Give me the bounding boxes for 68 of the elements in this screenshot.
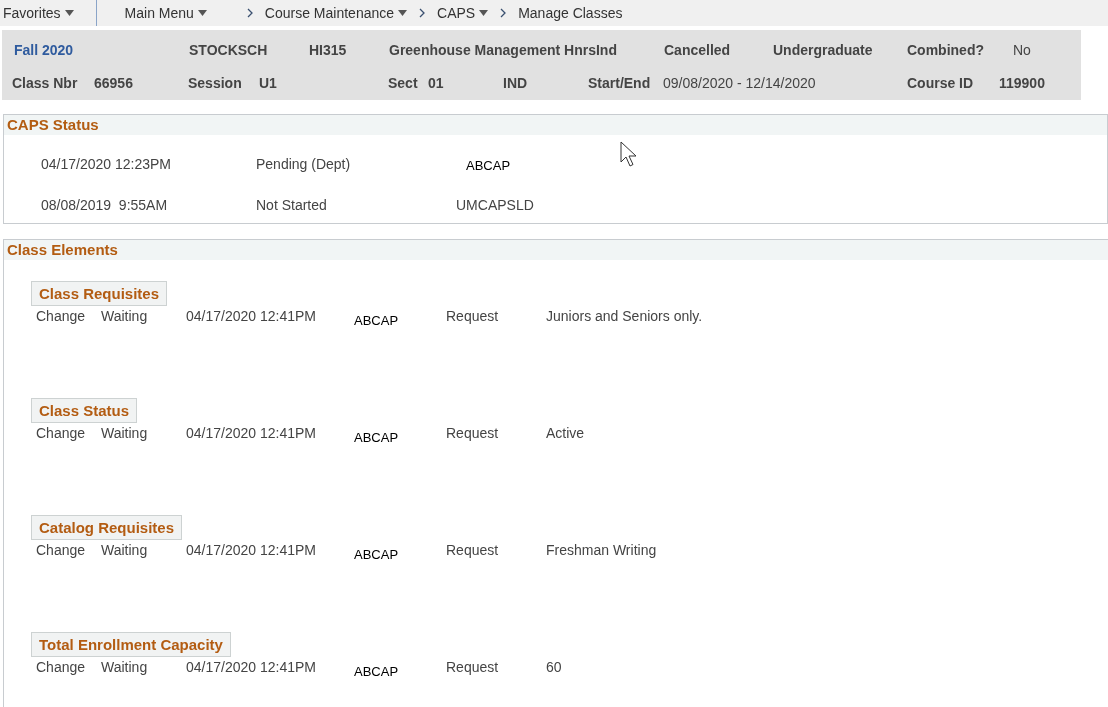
- status-text: Pending (Dept): [256, 154, 352, 174]
- field-label: Course ID: [907, 75, 974, 91]
- caret-icon: [479, 10, 489, 16]
- field-label: HI315: [309, 42, 347, 58]
- element-action: Change: [36, 307, 87, 326]
- status-user: ABCAP: [466, 157, 511, 176]
- status-datetime: 04/17/2020 12:23PM: [41, 154, 172, 174]
- breadcrumb-item[interactable]: Course Maintenance: [264, 2, 408, 24]
- element-state: Waiting: [101, 307, 149, 326]
- caret-icon: [398, 10, 408, 16]
- field-label: U1: [259, 75, 277, 91]
- element-value: 60: [546, 658, 562, 677]
- element-action: Change: [36, 424, 87, 443]
- mouse-pointer-icon: [620, 141, 638, 167]
- element-user: ABCAP: [354, 663, 400, 681]
- element-value: Juniors and Seniors only.: [546, 307, 703, 326]
- breadcrumb-item[interactable]: CAPS: [437, 2, 489, 24]
- element-datetime: 04/17/2020 12:41PM: [186, 307, 317, 326]
- section-header: Class Elements: [4, 240, 1108, 260]
- element-user: ABCAP: [354, 429, 400, 447]
- status-datetime: 08/08/2019 9:55AM: [41, 195, 169, 215]
- element-type: Request: [446, 307, 500, 326]
- favorites-menu[interactable]: Favorites: [0, 0, 97, 26]
- element-user: ABCAP: [354, 312, 400, 330]
- element-type: Request: [446, 424, 500, 443]
- element-action: Change: [36, 541, 87, 560]
- element-user: ABCAP: [354, 546, 400, 564]
- section-header: CAPS Status: [4, 115, 1107, 135]
- element-title: Total Enrollment Capacity: [31, 632, 231, 657]
- element-state: Waiting: [101, 658, 149, 677]
- field-label: IND: [503, 75, 528, 91]
- field-label: 119900: [999, 75, 1045, 91]
- field-label: Session: [188, 75, 242, 91]
- chevron-icon: [246, 8, 253, 18]
- element-title: Class Status: [31, 398, 138, 423]
- element-datetime: 04/17/2020 12:41PM: [186, 424, 317, 443]
- caret-icon: [64, 10, 74, 16]
- field-label: Combined?: [907, 42, 984, 58]
- field-label: 66956: [94, 75, 133, 91]
- field-label: Undergraduate: [773, 42, 873, 58]
- field-label: Sect: [388, 75, 418, 91]
- status-user: UMCAPSLD: [456, 195, 534, 215]
- element-type: Request: [446, 658, 500, 677]
- element-state: Waiting: [101, 541, 149, 560]
- element-type: Request: [446, 541, 500, 560]
- element-value: Active: [546, 424, 585, 443]
- breadcrumb-item[interactable]: Manage Classes: [518, 2, 623, 24]
- element-value: Freshman Writing: [546, 541, 657, 560]
- field-label: Greenhouse Management HnrsInd: [389, 42, 617, 58]
- chevron-icon: [419, 8, 426, 18]
- element-datetime: 04/17/2020 12:41PM: [186, 541, 317, 560]
- term-link[interactable]: Fall 2020: [14, 42, 74, 58]
- element-title: Catalog Requisites: [31, 515, 183, 540]
- caret-icon: [197, 10, 207, 16]
- status-text: Not Started: [256, 195, 328, 215]
- element-title: Class Requisites: [31, 281, 168, 306]
- breadcrumb-item[interactable]: Main Menu: [124, 2, 207, 24]
- field-value: 09/08/2020 - 12/14/2020: [663, 75, 816, 91]
- field-label: Start/End: [588, 75, 651, 91]
- element-state: Waiting: [101, 424, 149, 443]
- element-action: Change: [36, 658, 87, 677]
- chevron-icon: [500, 8, 507, 18]
- field-value: No: [1013, 42, 1031, 58]
- field-label: Class Nbr: [12, 75, 78, 91]
- field-label: STOCKSCH: [189, 42, 268, 58]
- element-datetime: 04/17/2020 12:41PM: [186, 658, 317, 677]
- field-label: 01: [428, 75, 444, 91]
- field-label: Cancelled: [664, 42, 731, 58]
